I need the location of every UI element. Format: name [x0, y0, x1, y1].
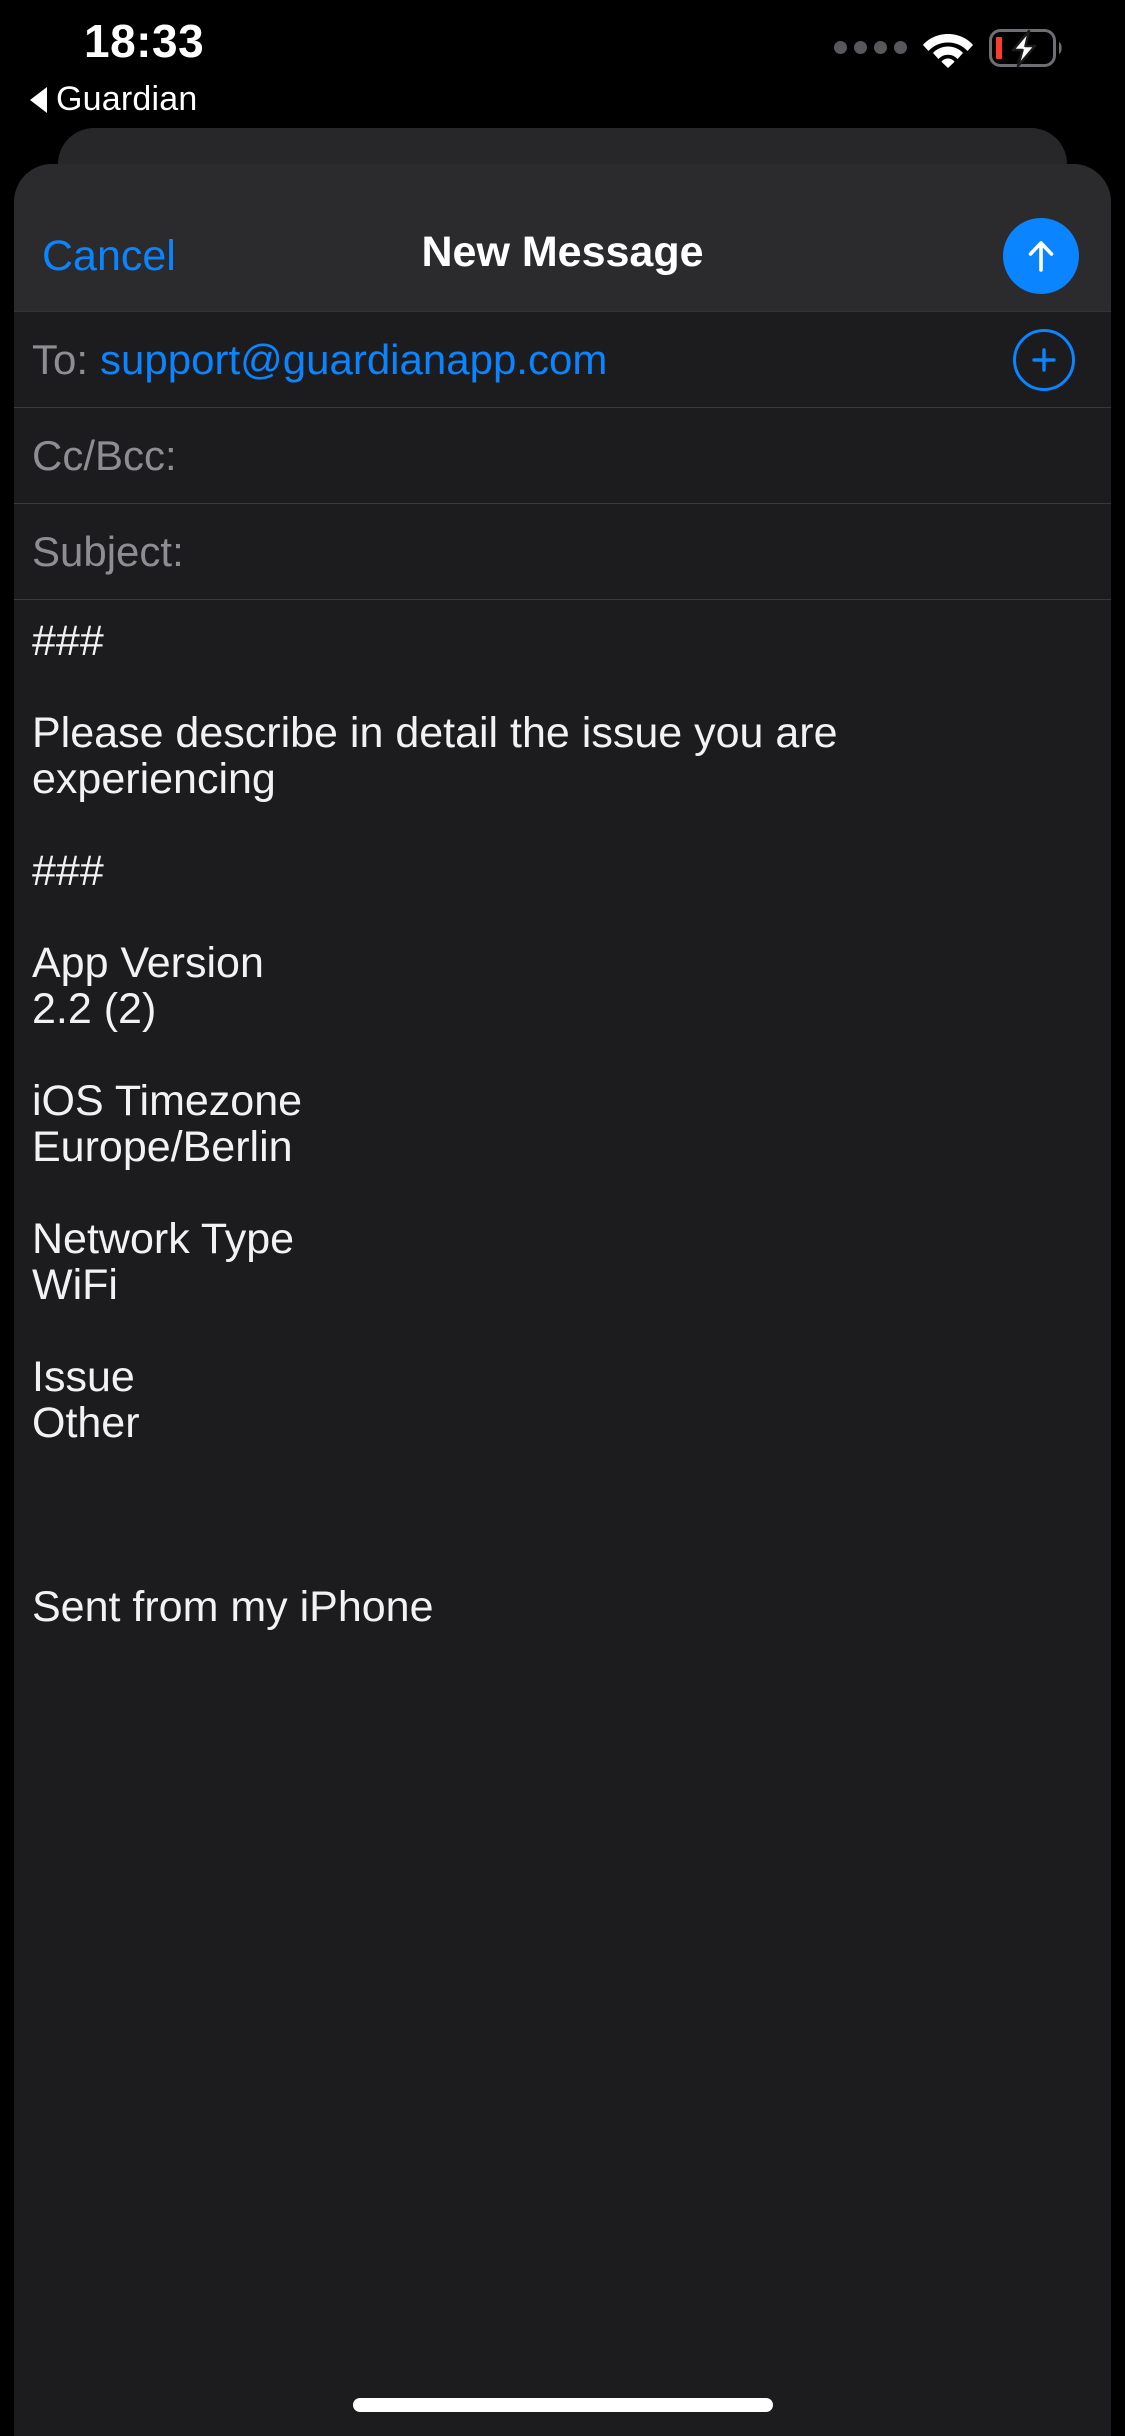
body-prompt-text: Please describe in detail the issue you … — [32, 709, 838, 803]
to-field-label: To: — [32, 335, 89, 383]
info-value-app-version: 2.2 (2) — [32, 985, 157, 1033]
subject-field-row[interactable]: Subject: — [14, 504, 1111, 600]
add-recipient-button[interactable] — [1013, 328, 1075, 391]
status-bar-clock: 18:33 — [84, 15, 205, 67]
info-value-network-type: WiFi — [32, 1261, 118, 1309]
send-arrow-up-icon — [1028, 241, 1054, 272]
status-bar-indicators — [834, 28, 1065, 68]
ccbcc-field-label: Cc/Bcc: — [32, 431, 177, 479]
to-field-row[interactable]: To: support@guardianapp.com — [14, 312, 1111, 408]
compose-nav-bar: Cancel New Message — [14, 164, 1111, 312]
back-triangle-icon — [30, 86, 47, 113]
plus-circle-icon — [1032, 347, 1056, 372]
phone-screen: 18:33 Guardian Cancel New Message To: su… — [0, 0, 1125, 2436]
message-body-editor[interactable]: ### Please describe in detail the issue … — [14, 604, 1111, 1630]
body-divider-top: ### — [32, 617, 104, 665]
signal-dots-icon — [834, 40, 907, 56]
back-app-label: Guardian — [56, 80, 198, 118]
info-key-network-type: Network Type — [32, 1215, 295, 1263]
compose-sheet: Cancel New Message To: support@guardiana… — [14, 164, 1111, 2436]
info-value-issue: Other — [32, 1399, 140, 1447]
back-to-app-button[interactable]: Guardian — [30, 80, 197, 119]
subject-field-label: Subject: — [32, 527, 184, 575]
wifi-icon — [923, 34, 973, 68]
home-indicator[interactable] — [352, 2398, 773, 2412]
body-signature: Sent from my iPhone — [32, 1583, 434, 1631]
body-divider-bottom: ### — [32, 847, 104, 895]
cancel-button[interactable]: Cancel — [32, 226, 186, 287]
info-value-ios-timezone: Europe/Berlin — [32, 1123, 293, 1171]
send-button[interactable] — [1003, 218, 1079, 294]
compose-header-fields: To: support@guardianapp.com Cc/Bcc: Subj… — [14, 312, 1111, 600]
ccbcc-field-row[interactable]: Cc/Bcc: — [14, 408, 1111, 504]
to-field-value[interactable]: support@guardianapp.com — [100, 336, 607, 384]
battery-charging-icon — [989, 29, 1062, 67]
info-key-app-version: App Version — [32, 939, 264, 987]
info-key-ios-timezone: iOS Timezone — [32, 1077, 303, 1125]
info-key-issue: Issue — [32, 1353, 135, 1401]
page-title: New Message — [421, 228, 704, 276]
